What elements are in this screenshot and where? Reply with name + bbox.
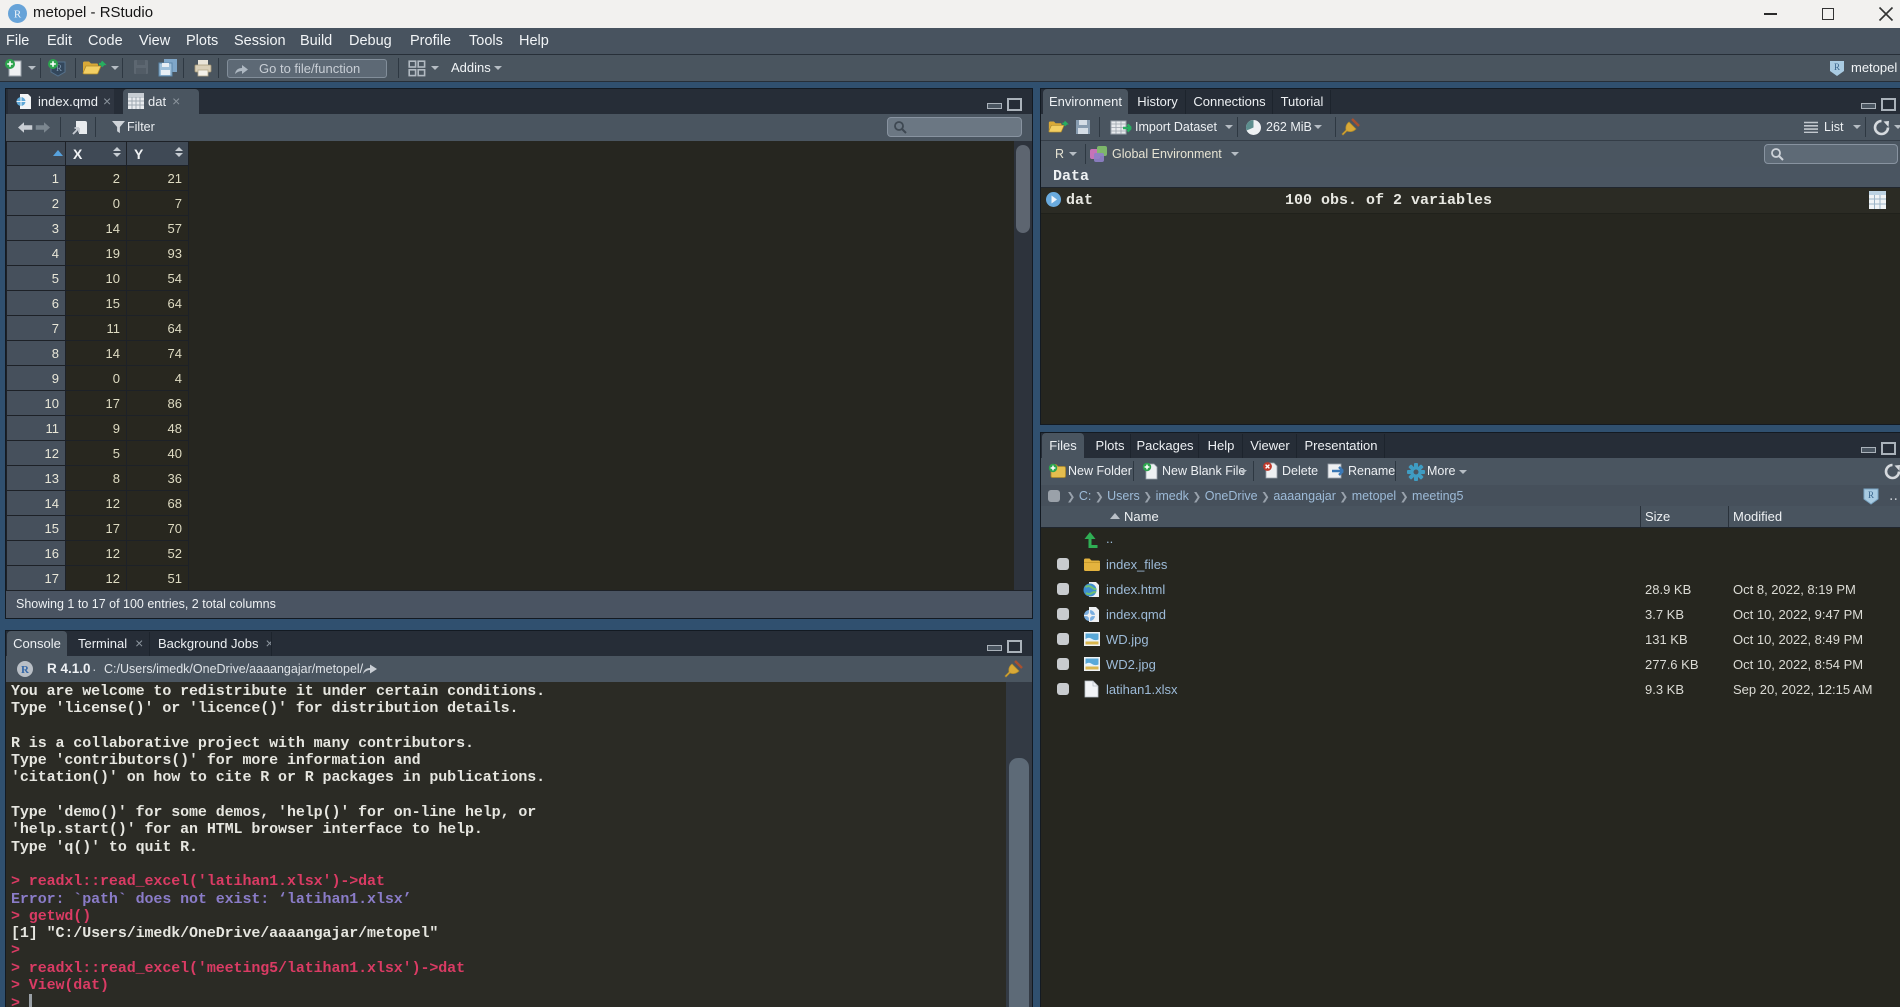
svg-text:R: R (21, 664, 30, 676)
svg-text:R: R (1868, 490, 1874, 500)
svg-text:R: R (1834, 62, 1840, 72)
svg-text:R: R (14, 9, 22, 21)
